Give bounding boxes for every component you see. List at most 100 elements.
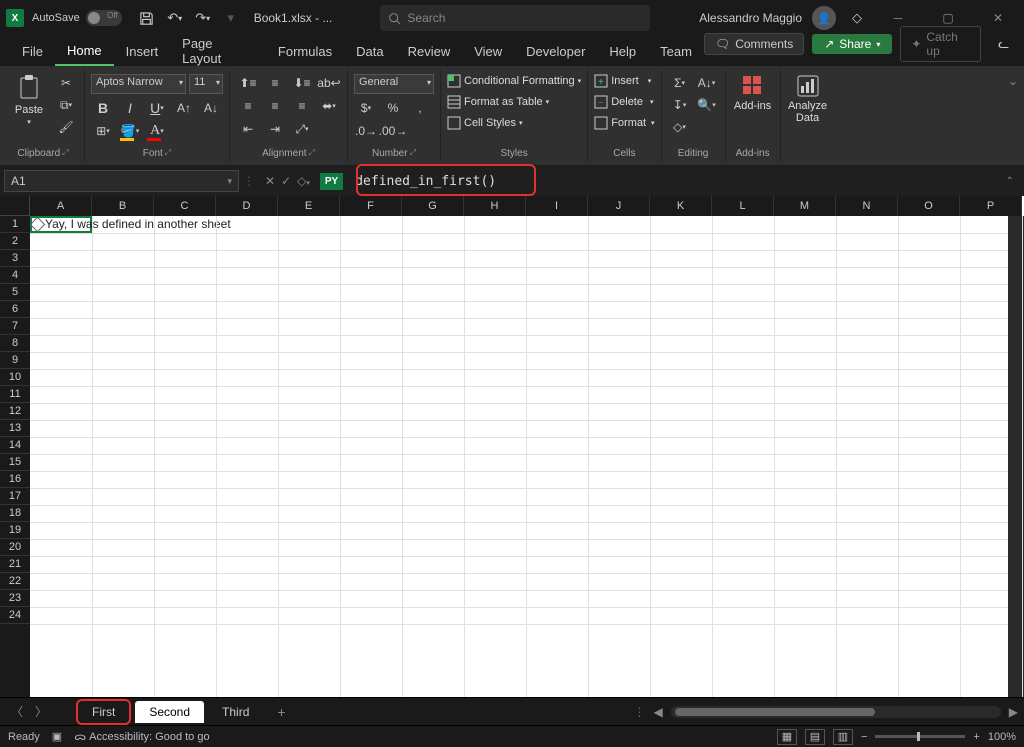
increase-indent-icon[interactable]: ⇥ (263, 120, 287, 138)
zoom-level[interactable]: 100% (988, 731, 1016, 743)
tab-developer[interactable]: Developer (514, 36, 597, 66)
chevron-down-icon[interactable]: ▾ (227, 176, 232, 187)
accept-formula-icon[interactable]: ✓ (281, 174, 291, 188)
wrap-text-icon[interactable]: ab↩ (317, 74, 341, 92)
fill-icon[interactable]: ↧▾ (668, 96, 692, 114)
formula-input[interactable]: defined_in_first() (347, 174, 496, 189)
page-layout-view-icon[interactable]: ▤ (805, 729, 825, 745)
row-header[interactable]: 18 (0, 505, 30, 522)
row-header[interactable]: 5 (0, 284, 30, 301)
autosave-toggle[interactable]: AutoSave Off (32, 10, 122, 26)
cell-styles-button[interactable]: Cell Styles ▾ (447, 116, 522, 130)
decrease-indent-icon[interactable]: ⇤ (236, 120, 260, 138)
row-header[interactable]: 20 (0, 539, 30, 556)
col-header[interactable]: A (30, 196, 92, 216)
macro-record-icon[interactable]: ▣ (52, 730, 62, 743)
zoom-in-icon[interactable]: + (973, 731, 979, 743)
col-header[interactable]: F (340, 196, 402, 216)
dialog-launch-icon[interactable]: ⤢ (309, 148, 315, 159)
accounting-icon[interactable]: $▾ (354, 99, 378, 117)
font-color-icon[interactable]: A▾ (145, 122, 169, 140)
font-size-select[interactable]: 11▾ (189, 74, 223, 94)
row-header[interactable]: 19 (0, 522, 30, 539)
scroll-left-icon[interactable]: ◀ (654, 705, 663, 719)
copy-icon[interactable]: ⧉▾ (54, 96, 78, 114)
cancel-formula-icon[interactable]: ✕ (265, 174, 275, 188)
col-header[interactable]: D (216, 196, 278, 216)
tab-team[interactable]: Team (648, 36, 704, 66)
underline-button[interactable]: U▾ (145, 99, 169, 117)
sort-filter-icon[interactable]: A↓▾ (695, 74, 719, 92)
tab-data[interactable]: Data (344, 36, 395, 66)
tab-home[interactable]: Home (55, 36, 114, 66)
row-header[interactable]: 2 (0, 233, 30, 250)
row-header[interactable]: 1 (0, 216, 30, 233)
col-header[interactable]: E (278, 196, 340, 216)
select-all-corner[interactable] (0, 196, 30, 216)
format-painter-icon[interactable]: 🖌 (54, 118, 78, 136)
cut-icon[interactable]: ✂ (54, 74, 78, 92)
italic-button[interactable]: I (118, 99, 142, 117)
format-as-table-button[interactable]: Format as Table ▾ (447, 95, 549, 109)
col-header[interactable]: L (712, 196, 774, 216)
redo-icon[interactable]: ↷▾ (192, 7, 214, 29)
row-header[interactable]: 6 (0, 301, 30, 318)
row-header[interactable]: 24 (0, 607, 30, 624)
col-header[interactable]: O (898, 196, 960, 216)
align-middle-icon[interactable]: ≡ (263, 74, 287, 92)
tab-review[interactable]: Review (396, 36, 463, 66)
tab-help[interactable]: Help (597, 36, 648, 66)
row-header[interactable]: 3 (0, 250, 30, 267)
bold-button[interactable]: B (91, 99, 115, 117)
user-name[interactable]: Alessandro Maggio (699, 11, 802, 25)
merge-icon[interactable]: ⬌▾ (317, 97, 341, 115)
row-header[interactable]: 21 (0, 556, 30, 573)
add-sheet-button[interactable]: + (267, 704, 295, 720)
row-header[interactable]: 15 (0, 454, 30, 471)
name-box[interactable]: A1 ▾ (4, 170, 239, 192)
col-header[interactable]: M (774, 196, 836, 216)
zoom-slider[interactable] (875, 735, 965, 738)
col-header[interactable]: I (526, 196, 588, 216)
clear-icon[interactable]: ◇▾ (668, 118, 692, 136)
sheet-nav-right-icon[interactable]: 〉 (30, 701, 52, 723)
toggle-icon[interactable]: Off (86, 10, 122, 26)
delete-cells-button[interactable]: −Delete ▾ (594, 95, 653, 109)
row-header[interactable]: 16 (0, 471, 30, 488)
number-format-select[interactable]: General▾ (354, 74, 434, 94)
increase-font-icon[interactable]: A↑ (172, 99, 196, 117)
row-header[interactable]: 13 (0, 420, 30, 437)
col-header[interactable]: J (588, 196, 650, 216)
dialog-launch-icon[interactable]: ⤢ (410, 148, 416, 159)
insert-function-icon[interactable]: ◇▾ (297, 174, 310, 188)
normal-view-icon[interactable]: ▦ (777, 729, 797, 745)
sheet-nav-left-icon[interactable]: 〈 (6, 701, 28, 723)
collapse-ribbon-icon[interactable]: ⌄ (1004, 70, 1022, 161)
comma-icon[interactable]: , (408, 99, 432, 117)
zoom-out-icon[interactable]: − (861, 731, 867, 743)
row-header[interactable]: 23 (0, 590, 30, 607)
col-header[interactable]: G (402, 196, 464, 216)
addins-button[interactable]: Add-ins (732, 74, 774, 112)
analyze-data-button[interactable]: Analyze Data (787, 74, 829, 124)
document-title[interactable]: Book1.xlsx - ... (254, 11, 333, 25)
catchup-button[interactable]: ✦ Catch up (900, 26, 981, 62)
comments-button[interactable]: 🗨 Comments (704, 33, 804, 55)
row-header[interactable]: 4 (0, 267, 30, 284)
row-header[interactable]: 14 (0, 437, 30, 454)
page-break-view-icon[interactable]: ▥ (833, 729, 853, 745)
percent-icon[interactable]: % (381, 99, 405, 117)
row-header[interactable]: 7 (0, 318, 30, 335)
row-header[interactable]: 22 (0, 573, 30, 590)
col-header[interactable]: C (154, 196, 216, 216)
col-header[interactable]: N (836, 196, 898, 216)
row-header[interactable]: 8 (0, 335, 30, 352)
row-header[interactable]: 9 (0, 352, 30, 369)
tab-insert[interactable]: Insert (114, 36, 171, 66)
accessibility-status[interactable]: ᯅ Accessibility: Good to go (74, 729, 209, 744)
conditional-formatting-button[interactable]: Conditional Formatting ▾ (447, 74, 581, 88)
find-select-icon[interactable]: 🔍▾ (695, 96, 719, 114)
scroll-right-icon[interactable]: ▶ (1009, 705, 1018, 719)
dialog-launch-icon[interactable]: ⤢ (165, 148, 171, 159)
autosum-icon[interactable]: Σ▾ (668, 74, 692, 92)
